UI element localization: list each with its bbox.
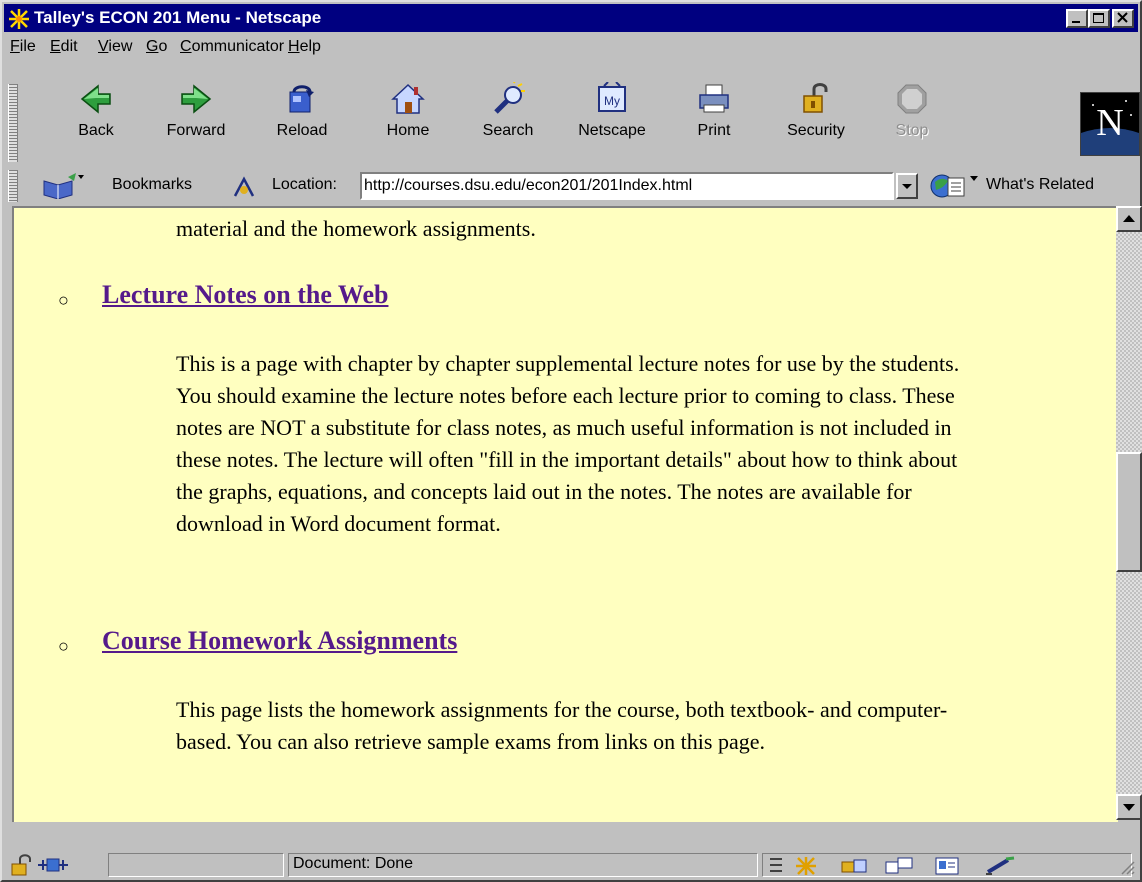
location-toolbar-grip[interactable] [8, 170, 18, 202]
address-book-icon[interactable] [934, 856, 960, 881]
status-bar: Document: Done [4, 850, 1138, 880]
reload-label: Reload [276, 122, 328, 139]
forward-label: Forward [166, 122, 226, 139]
close-icon [1117, 12, 1128, 23]
print-label: Print [697, 122, 731, 139]
svg-text:My: My [604, 94, 620, 108]
lecture-notes-link[interactable]: Lecture Notes on the Web [102, 280, 388, 310]
netscape-app-icon[interactable] [8, 8, 30, 30]
menu-view[interactable]: View [98, 38, 132, 56]
url-input[interactable]: http://courses.dsu.edu/econ201/201Index.… [360, 172, 894, 200]
navigator-icon[interactable] [794, 856, 818, 881]
reload-button[interactable]: Reload [264, 82, 340, 164]
search-label: Search [482, 122, 534, 139]
bullet-icon: ○ [58, 290, 69, 310]
resize-grip-icon[interactable] [1118, 858, 1136, 881]
security-lock-icon[interactable] [10, 854, 34, 881]
whats-related-icon [930, 174, 978, 198]
window-title: Talley's ECON 201 Menu - Netscape [34, 8, 322, 27]
menu-communicator[interactable]: Communicator [180, 38, 284, 56]
stop-icon [897, 84, 927, 114]
back-button[interactable]: Back [58, 82, 134, 164]
browser-window: Talley's ECON 201 Menu - Netscape File E… [0, 0, 1142, 882]
bookmarks-button[interactable] [42, 173, 112, 204]
title-bar[interactable]: Talley's ECON 201 Menu - Netscape [4, 4, 1138, 32]
netscape-button[interactable]: My Netscape [574, 82, 650, 164]
minimize-icon [1072, 21, 1080, 23]
bookmarks-label[interactable]: Bookmarks [112, 176, 192, 194]
search-icon [494, 82, 525, 114]
print-button[interactable]: Print [676, 82, 752, 164]
forward-arrow-icon [181, 84, 212, 114]
search-button[interactable]: Search [470, 82, 546, 164]
homework-assignments-link[interactable]: Course Homework Assignments [102, 626, 457, 656]
menu-help[interactable]: Help [288, 38, 321, 56]
close-button[interactable] [1112, 9, 1134, 28]
maximize-icon [1093, 13, 1104, 23]
menu-edit[interactable]: Edit [50, 38, 78, 56]
bullet-icon: ○ [58, 636, 69, 656]
lecture-notes-description: This is a page with chapter by chapter s… [176, 351, 960, 536]
chevron-down-icon [902, 184, 912, 189]
vertical-scrollbar[interactable] [1116, 206, 1142, 820]
scroll-thumb[interactable] [1116, 452, 1142, 572]
menu-bar: File Edit View Go Communicator Help [4, 34, 1138, 60]
netscape-logo[interactable]: N [1080, 92, 1140, 156]
location-toolbar: Bookmarks Location: http://courses.dsu.e… [4, 168, 1138, 204]
my-netscape-icon: My [598, 82, 626, 112]
menu-file[interactable]: File [10, 38, 36, 56]
forward-button[interactable]: Forward [158, 82, 234, 164]
back-label: Back [78, 122, 114, 139]
reload-icon [289, 85, 314, 113]
scroll-down-arrow-icon [1123, 804, 1135, 811]
url-dropdown-button[interactable] [896, 173, 918, 199]
page-proxy-icon[interactable] [232, 176, 256, 203]
home-icon [391, 83, 425, 114]
maximize-button[interactable] [1088, 9, 1110, 28]
menu-go[interactable]: Go [146, 38, 167, 56]
mail-icon[interactable] [840, 856, 868, 881]
location-proxy-icon [233, 176, 255, 197]
netscape-n-logo-icon: N [1081, 93, 1139, 155]
status-text: Document: Done [293, 855, 414, 872]
stop-label: Stop [895, 122, 929, 139]
component-grip-icon[interactable] [768, 856, 784, 879]
back-arrow-icon [80, 84, 111, 114]
toolbar-grip[interactable] [8, 84, 18, 162]
connection-status-icon[interactable] [36, 854, 70, 881]
home-label: Home [386, 122, 430, 139]
security-label: Security [787, 122, 845, 139]
scroll-down-button[interactable] [1116, 794, 1142, 820]
printer-icon [699, 84, 729, 113]
padlock-icon [803, 83, 828, 113]
navigation-toolbar: Back Forward Reload Home Search My Netsc… [4, 62, 1140, 166]
home-button[interactable]: Home [370, 82, 446, 164]
scroll-up-arrow-icon [1123, 215, 1135, 222]
page-content: material and the homework assignments. ○… [12, 206, 1118, 822]
newsgroups-icon[interactable] [884, 856, 914, 881]
location-label: Location: [272, 176, 337, 193]
netscape-label: Netscape [578, 122, 646, 139]
homework-assignments-description: This page lists the homework assignments… [176, 697, 948, 754]
security-button[interactable]: Security [778, 82, 854, 164]
scroll-up-button[interactable] [1116, 206, 1142, 232]
stop-button[interactable]: Stop [874, 82, 950, 164]
whats-related-button[interactable] [930, 172, 984, 205]
svg-text:N: N [1096, 102, 1123, 144]
whats-related-label[interactable]: What's Related [986, 176, 1094, 194]
progress-panel [108, 853, 284, 877]
intro-text: material and the homework assignments. [176, 216, 536, 241]
composer-icon[interactable] [984, 856, 1018, 881]
minimize-button[interactable] [1066, 9, 1088, 28]
status-text-panel: Document: Done [288, 853, 758, 877]
bookmarks-icon [43, 173, 84, 200]
